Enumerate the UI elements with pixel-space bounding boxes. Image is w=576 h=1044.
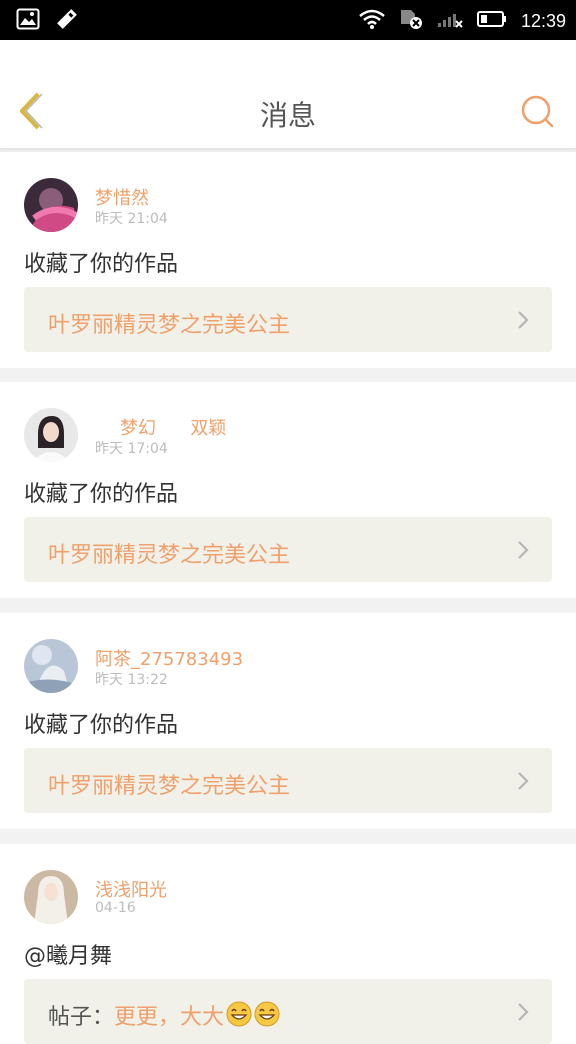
message-text: 收藏了你的作品: [24, 482, 179, 507]
work-title: 叶罗丽精灵梦之完美公主: [48, 774, 291, 799]
work-title: 叶罗丽精灵梦之完美公主: [48, 543, 291, 568]
chevron-right-icon: [516, 770, 530, 792]
message-card: 梦幻 双颖 昨天 17:04 收藏了你的作品 叶罗丽精灵梦之完美公主: [0, 382, 576, 598]
image-icon: [16, 8, 40, 34]
app-header: 消息: [0, 40, 576, 149]
post-title: 更更，大大: [114, 1005, 225, 1030]
message-card: 浅浅阳光 04-16 @曦月舞 帖子：更更，大大: [0, 844, 576, 1044]
clock: 12:39: [520, 10, 566, 31]
message-card: 梦惜然 昨天 21:04 收藏了你的作品 叶罗丽精灵梦之完美公主: [0, 152, 576, 368]
avatar[interactable]: [24, 639, 78, 693]
username[interactable]: 梦幻 双颖: [120, 414, 226, 440]
message-text: 收藏了你的作品: [24, 713, 179, 738]
timestamp: 昨天 21:04: [95, 211, 168, 227]
message-text: @曦月舞: [24, 944, 113, 969]
wifi-icon: [359, 9, 385, 33]
avatar[interactable]: [24, 408, 78, 462]
post-label: 帖子：: [48, 1005, 115, 1030]
page-title: 消息: [259, 99, 316, 132]
work-link[interactable]: 叶罗丽精灵梦之完美公主: [24, 748, 552, 813]
post-link[interactable]: 帖子：更更，大大: [24, 979, 552, 1044]
chevron-right-icon: [516, 1001, 530, 1023]
search-button[interactable]: [520, 94, 554, 128]
message-card: 阿茶_275783493 昨天 13:22 收藏了你的作品 叶罗丽精灵梦之完美公…: [0, 613, 576, 829]
post-link-text: 帖子：更更，大大: [48, 999, 280, 1033]
status-bar: 12:39: [0, 0, 576, 40]
signal-icon: [437, 9, 463, 33]
timestamp: 昨天 13:22: [95, 672, 168, 688]
timestamp: 04-16: [95, 900, 136, 916]
grinning-emoji: [254, 1001, 280, 1033]
work-link[interactable]: 叶罗丽精灵梦之完美公主: [24, 517, 552, 582]
battery-icon: [476, 9, 507, 33]
username[interactable]: 浅浅阳光: [95, 876, 167, 902]
search-icon: [520, 95, 554, 132]
chevron-right-icon: [516, 309, 530, 331]
timestamp: 昨天 17:04: [95, 441, 168, 457]
work-link[interactable]: 叶罗丽精灵梦之完美公主: [24, 287, 552, 352]
avatar[interactable]: [24, 870, 78, 924]
usb-debug-icon: [56, 8, 78, 34]
chevron-right-icon: [516, 539, 530, 561]
work-title: 叶罗丽精灵梦之完美公主: [48, 313, 291, 338]
username[interactable]: 梦惜然: [95, 184, 149, 210]
message-text: 收藏了你的作品: [24, 252, 179, 277]
username[interactable]: 阿茶_275783493: [95, 645, 243, 671]
avatar[interactable]: [24, 178, 78, 232]
grinning-emoji: [226, 1001, 252, 1033]
sim-off-icon: [399, 8, 423, 34]
